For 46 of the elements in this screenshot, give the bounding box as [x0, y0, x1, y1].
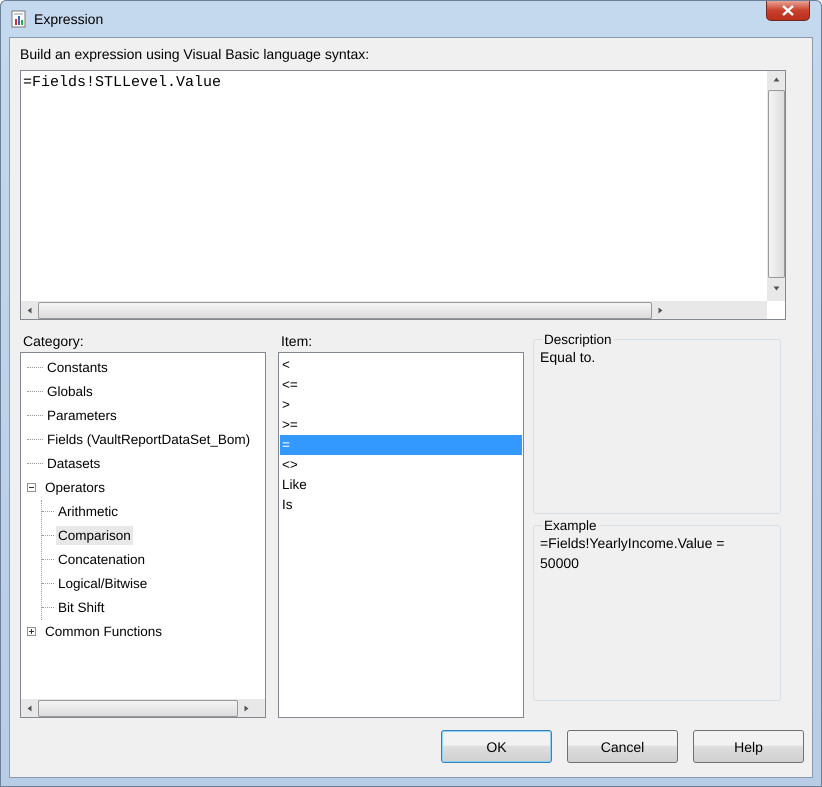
scroll-right-icon[interactable]	[657, 306, 664, 314]
vertical-scrollbar[interactable]	[767, 71, 785, 301]
list-item[interactable]: Is	[280, 494, 522, 515]
group-title: Example	[543, 518, 598, 533]
scroll-left-icon[interactable]	[26, 704, 33, 712]
list-item[interactable]: <=	[280, 374, 522, 395]
tree-item[interactable]: Constants	[45, 358, 110, 378]
list-item[interactable]: >=	[280, 414, 522, 435]
tree-item[interactable]: Arithmetic	[56, 502, 120, 522]
scroll-up-icon[interactable]	[772, 76, 780, 83]
scroll-left-icon[interactable]	[26, 306, 33, 314]
scroll-down-icon[interactable]	[772, 285, 780, 292]
scroll-right-icon[interactable]	[243, 704, 250, 712]
tree-item[interactable]: Globals	[45, 382, 95, 402]
close-icon[interactable]	[782, 5, 794, 16]
description-text: Equal to.	[540, 348, 596, 367]
expression-editor[interactable]: =Fields!STLLevel.Value	[20, 70, 786, 320]
list-item[interactable]: <	[280, 354, 522, 375]
tree-item[interactable]: Comparison	[56, 526, 133, 546]
list-item[interactable]: <>	[280, 454, 522, 475]
example-text: =Fields!YearlyIncome.Value = 50000	[540, 534, 726, 573]
horizontal-scrollbar[interactable]	[21, 301, 767, 319]
window-title: Expression	[34, 11, 104, 27]
tree-item[interactable]: Logical/Bitwise	[56, 574, 150, 594]
horizontal-scrollbar[interactable]	[21, 699, 265, 717]
dialog-button[interactable]: Cancel	[567, 730, 678, 763]
list-item[interactable]: >	[280, 394, 522, 415]
tree-item[interactable]: Concatenation	[56, 550, 148, 570]
prompt-label: Build an expression using Visual Basic language syntax:	[20, 45, 370, 64]
tree-item[interactable]: Operators	[43, 478, 108, 498]
tree-item[interactable]: Datasets	[45, 454, 102, 474]
tree-item[interactable]: Bit Shift	[56, 598, 107, 618]
tree-item[interactable]: Parameters	[45, 406, 119, 426]
dialog-button[interactable]: OK	[441, 730, 552, 763]
close-button[interactable]	[766, 1, 810, 21]
category-label: Category:	[22, 332, 85, 351]
expression-text: =Fields!STLLevel.Value	[22, 73, 222, 93]
category-tree[interactable]: Constants Globals Parameters Fields (VaultReportDataSet_Bom) Datasets Operators Arithmetic Comparison Concatenation Logical/Bitwise Bit Shift Common Functions	[20, 352, 266, 718]
tree-item[interactable]: Common Functions	[43, 622, 164, 642]
dialog-button[interactable]: Help	[693, 730, 804, 763]
group-title: Description	[543, 332, 613, 347]
tree-item[interactable]: Fields (VaultReportDataSet_Bom)	[45, 430, 252, 450]
list-item[interactable]: Like	[280, 474, 522, 495]
item-label: Item:	[280, 332, 314, 351]
item-list[interactable]: < <= > >= = <> Like Is	[278, 352, 524, 718]
report-icon	[10, 10, 28, 28]
